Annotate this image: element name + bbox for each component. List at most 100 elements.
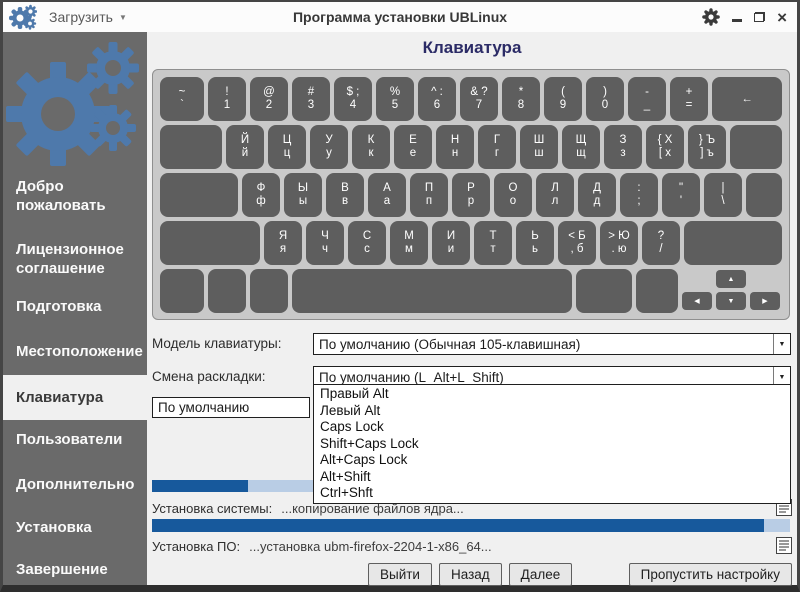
download-menu-label: Загрузить <box>49 9 113 25</box>
system-install-label: Установка системы: <box>152 501 273 516</box>
keyboard-key: Мм <box>390 221 428 265</box>
keyboard-key: Тт <box>474 221 512 265</box>
keyboard-key: ! 1 <box>208 77 246 121</box>
keyboard-key: ^ :6 <box>418 77 456 121</box>
layout-option[interactable]: Ctrl+Shft <box>314 485 790 502</box>
arrow-right-key: ▶ <box>750 292 780 310</box>
keyboard-key: Фф <box>242 173 280 217</box>
keyboard-key: - _ <box>628 77 666 121</box>
keyboard-key <box>160 173 238 217</box>
chevron-down-icon: ▼ <box>118 12 127 22</box>
software-install-progressbar <box>152 519 790 532</box>
keyboard-key: " ' <box>662 173 700 217</box>
keyboard-key: Ии <box>432 221 470 265</box>
keyboard-key: ) 0 <box>586 77 624 121</box>
maximize-button[interactable] <box>754 12 766 22</box>
layout-switch-dropdown-list: Правый Alt Левый Alt Caps Lock Shift+Caps L… <box>313 384 791 504</box>
keyboard-model-label: Модель клавиатуры: <box>152 336 282 351</box>
software-install-progress-fill <box>152 519 765 532</box>
layout-option[interactable]: Alt+Shift <box>314 469 790 486</box>
keyboard-key: Рр <box>452 173 490 217</box>
keyboard-key <box>746 173 782 217</box>
layout-option[interactable]: Левый Alt <box>314 403 790 420</box>
keyboard-model-value: По умолчанию (Обычная 105-клавишная) <box>319 336 581 352</box>
software-log-icon[interactable] <box>776 537 792 554</box>
keyboard-key: Ее <box>394 125 432 169</box>
keyboard-key <box>576 269 632 313</box>
app-logo-gears-icon <box>9 4 37 30</box>
arrow-down-key: ▼ <box>716 292 746 310</box>
keyboard-key <box>208 269 246 313</box>
keyboard-key: < Б, б <box>558 221 596 265</box>
keyboard-key: Оо <box>494 173 532 217</box>
download-menu-button[interactable]: Загрузить ▼ <box>49 9 127 25</box>
keyboard-key: Вв <box>326 173 364 217</box>
keyboard-key <box>636 269 678 313</box>
keyboard-variant-value: По умолчанию <box>158 400 250 415</box>
sidebar-item-2[interactable]: Подготовка <box>16 297 141 316</box>
keyboard-key: :; <box>620 173 658 217</box>
keyboard-key: Кк <box>352 125 390 169</box>
skip-setup-button[interactable]: Пропустить настройку <box>628 563 792 586</box>
keyboard-key <box>684 221 782 265</box>
next-button[interactable]: Далее <box>508 563 573 586</box>
sidebar-item-8[interactable]: Завершение <box>16 560 141 579</box>
keyboard-key: > Ю. ю <box>600 221 638 265</box>
arrow-left-key: ◀ <box>682 292 712 310</box>
keyboard-key: $ ; 4 <box>334 77 372 121</box>
keyboard-key: * 8 <box>502 77 540 121</box>
keyboard-key: Ьь <box>516 221 554 265</box>
keyboard-key <box>160 125 222 169</box>
keyboard-variant-combobox[interactable]: По умолчанию <box>152 397 310 418</box>
sidebar: Добро пожаловать Лицензионное соглашение П… <box>3 32 147 585</box>
layout-option[interactable]: Правый Alt <box>314 386 790 403</box>
keyboard-key: Нн <box>436 125 474 169</box>
minimize-button[interactable] <box>732 18 743 22</box>
arrow-keys-cluster: ▲ ◀ ▼ ▶ <box>682 270 780 310</box>
keyboard-key: Аа <box>368 173 406 217</box>
sidebar-item-1[interactable]: Лицензионное соглашение <box>16 240 141 278</box>
keyboard-key: % 5 <box>376 77 414 121</box>
keyboard-key <box>160 269 204 313</box>
keyboard-key: Щщ <box>562 125 600 169</box>
keyboard-key: Пп <box>410 173 448 217</box>
keyboard-key: Зз <box>604 125 642 169</box>
software-install-status: ...установка ubm-firefox-2204-1-x86_64..… <box>249 539 492 554</box>
layout-switch-value: По умолчанию (L_Alt+L_Shift) <box>319 369 504 385</box>
keyboard-key: #3 <box>292 77 330 121</box>
sidebar-item-4[interactable]: Клавиатура <box>3 375 147 420</box>
keyboard-key: Яя <box>264 221 302 265</box>
installer-window: Загрузить ▼ Программа установки UBLinux … <box>0 0 800 592</box>
keyboard-key: ~ ` <box>160 77 204 121</box>
keyboard-key: Шш <box>520 125 558 169</box>
layout-option[interactable]: Shift+Caps Lock <box>314 436 790 453</box>
settings-gear-icon[interactable] <box>702 8 720 26</box>
combo-arrow-icon[interactable]: ▼ <box>773 334 790 354</box>
keyboard-key: @2 <box>250 77 288 121</box>
sidebar-item-0[interactable]: Добро пожаловать <box>16 177 141 215</box>
keyboard-key: Йй <box>226 125 264 169</box>
back-button[interactable]: Назад <box>438 563 502 586</box>
keyboard-key: Гг <box>478 125 516 169</box>
layout-option[interactable]: Alt+Caps Lock <box>314 452 790 469</box>
quit-button[interactable]: Выйти <box>368 563 432 586</box>
keyboard-key <box>250 269 288 313</box>
keyboard-model-combobox[interactable]: По умолчанию (Обычная 105-клавишная) ▼ <box>313 333 791 355</box>
arrow-up-key: ▲ <box>716 270 746 288</box>
sidebar-item-6[interactable]: Дополнительно <box>16 475 141 494</box>
keyboard-key: Дд <box>578 173 616 217</box>
keyboard-key: ? / <box>642 221 680 265</box>
sidebar-item-5[interactable]: Пользователи <box>16 430 141 449</box>
sidebar-item-3[interactable]: Местоположение <box>16 342 143 361</box>
close-button[interactable]: × <box>777 9 787 26</box>
keyboard-key: (9 <box>544 77 582 121</box>
keyboard-key: Цц <box>268 125 306 169</box>
layout-option[interactable]: Caps Lock <box>314 419 790 436</box>
keyboard-key: & ? 7 <box>460 77 498 121</box>
sidebar-item-7[interactable]: Установка <box>16 518 141 537</box>
system-install-progress-fill <box>152 480 248 492</box>
keyboard-key <box>160 221 260 265</box>
keyboard-preview: ~ `! 1 @2 #3 $ ; 4% 5 ^ :6 & ? 7 * 8(9) 0- _ + = ← Йй Цц Уу К… <box>152 69 790 320</box>
keyboard-key <box>730 125 782 169</box>
software-install-label: Установка ПО: <box>152 539 241 554</box>
